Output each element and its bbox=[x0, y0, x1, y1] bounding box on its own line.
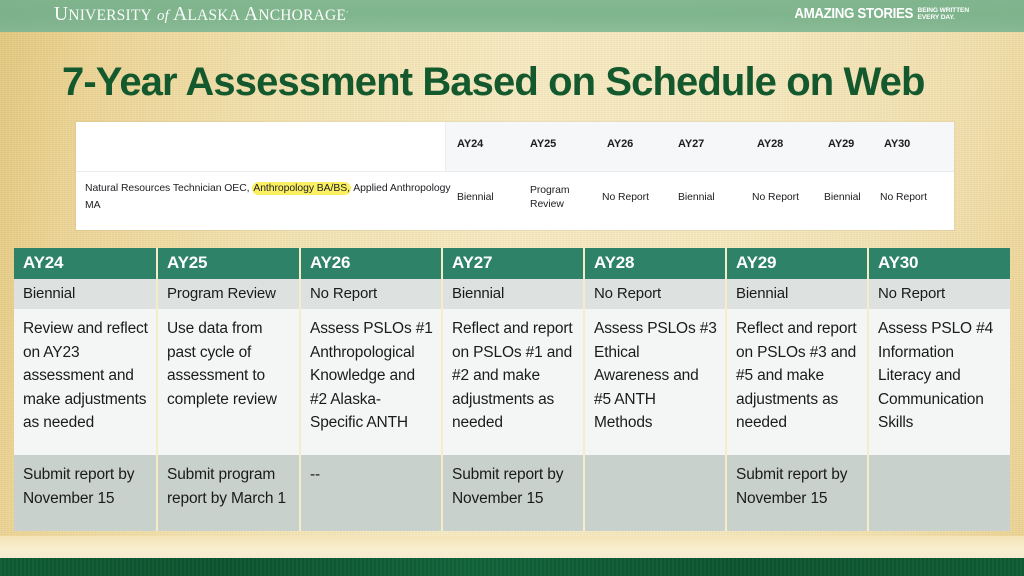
screenshot-header-row: AY24 AY25 AY26 AY27 AY28 AY29 AY30 bbox=[76, 122, 954, 172]
screenshot-program-names: Natural Resources Technician OEC, Anthro… bbox=[85, 180, 453, 214]
screenshot-col-header-ay24: AY24 bbox=[457, 138, 484, 150]
table-header-ay29: AY29 bbox=[726, 248, 869, 279]
tagline-main: AMAZING STORIES bbox=[794, 6, 914, 22]
screenshot-col-header-ay25: AY25 bbox=[530, 138, 557, 150]
program-highlight: Anthropology BA/BS, bbox=[252, 182, 351, 195]
table-header-ay26: AY26 bbox=[300, 248, 443, 279]
tagline-sub-line1: BEING WRITTEN bbox=[917, 7, 970, 14]
screenshot-col-header-ay27: AY27 bbox=[678, 138, 705, 150]
table-row-status: Biennial Program Review No Report Biennial N… bbox=[14, 279, 1010, 309]
screenshot-cell-ay26: No Report bbox=[602, 192, 649, 203]
status-cell-ay27: Biennial bbox=[442, 279, 585, 309]
tagline-lockup: AMAZING STORIES BEING WRITTEN EVERY DAY. bbox=[784, 6, 969, 22]
deadline-cell-ay27: Submit report by November 15 bbox=[442, 455, 585, 531]
tagline-sub-line2: EVERY DAY. bbox=[917, 14, 955, 22]
status-cell-ay26: No Report bbox=[300, 279, 443, 309]
logo-period: . bbox=[346, 4, 349, 15]
screenshot-cell-ay29: Biennial bbox=[824, 192, 861, 203]
status-cell-ay29: Biennial bbox=[726, 279, 869, 309]
screenshot-header-blank-cell bbox=[76, 122, 446, 171]
logo-a2: A bbox=[244, 4, 259, 25]
deadline-cell-ay24: Submit report by November 15 bbox=[14, 455, 158, 531]
screenshot-cell-ay25: Program Review bbox=[530, 185, 570, 210]
deadline-cell-ay26: -- bbox=[300, 455, 443, 531]
slide: UNIVERSITY of ALASKA ANCHORAGE. AMAZING … bbox=[0, 0, 1024, 576]
screenshot-cell-ay30: No Report bbox=[880, 192, 927, 203]
assessment-schedule-table: AY24 AY25 AY26 AY27 AY28 AY29 AY30 Biennial Pro… bbox=[14, 248, 1010, 531]
screenshot-cell-ay27: Biennial bbox=[678, 192, 715, 203]
footer-green-bar bbox=[0, 558, 1024, 576]
logo-u: U bbox=[54, 4, 69, 25]
table-row-activity: Review and reflect on AY23 assessment an… bbox=[14, 309, 1010, 455]
deadline-cell-ay30 bbox=[868, 455, 1010, 531]
activity-cell-ay28: Assess PSLOs #3 Ethical Awareness and #5… bbox=[584, 309, 727, 455]
footer-cream-bar bbox=[0, 536, 1024, 558]
activity-cell-ay30: Assess PSLO #4 Information Literacy and … bbox=[868, 309, 1010, 455]
table-header-ay28: AY28 bbox=[584, 248, 727, 279]
status-cell-ay28: No Report bbox=[584, 279, 727, 309]
activity-cell-ay26: Assess PSLOs #1 Anthropological Knowledg… bbox=[300, 309, 443, 455]
university-logo: UNIVERSITY of ALASKA ANCHORAGE. bbox=[54, 4, 349, 26]
activity-cell-ay24: Review and reflect on AY23 assessment an… bbox=[14, 309, 158, 455]
top-banner: UNIVERSITY of ALASKA ANCHORAGE. AMAZING … bbox=[0, 0, 1024, 32]
table-header-ay30: AY30 bbox=[868, 248, 1010, 279]
logo-a1: A bbox=[173, 4, 188, 25]
screenshot-col-header-ay26: AY26 bbox=[607, 138, 634, 150]
deadline-cell-ay28 bbox=[584, 455, 727, 531]
activity-cell-ay29: Reflect and report on PSLOs #3 and #5 an… bbox=[726, 309, 869, 455]
screenshot-col-header-ay30: AY30 bbox=[884, 138, 911, 150]
activity-cell-ay27: Reflect and report on PSLOs #1 and #2 an… bbox=[442, 309, 585, 455]
tagline-sub: BEING WRITTEN EVERY DAY. bbox=[917, 6, 970, 22]
logo-laska: LASKA bbox=[187, 7, 241, 24]
table-header-row: AY24 AY25 AY26 AY27 AY28 AY29 AY30 bbox=[14, 248, 1010, 279]
table-header-ay25: AY25 bbox=[157, 248, 301, 279]
screenshot-cell-ay28: No Report bbox=[752, 192, 799, 203]
logo-nchorage: NCHORAGE bbox=[258, 7, 347, 24]
status-cell-ay25: Program Review bbox=[157, 279, 301, 309]
status-cell-ay30: No Report bbox=[868, 279, 1010, 309]
deadline-cell-ay25: Submit program report by March 1 bbox=[157, 455, 301, 531]
screenshot-body-row: Natural Resources Technician OEC, Anthro… bbox=[76, 172, 954, 229]
screenshot-col-header-ay29: AY29 bbox=[828, 138, 855, 150]
table-header-ay27: AY27 bbox=[442, 248, 585, 279]
deadline-cell-ay29: Submit report by November 15 bbox=[726, 455, 869, 531]
page-title: 7-Year Assessment Based on Schedule on W… bbox=[62, 60, 925, 104]
activity-cell-ay25: Use data from past cycle of assessment t… bbox=[157, 309, 301, 455]
table-row-deadline: Submit report by November 15 Submit progr… bbox=[14, 455, 1010, 531]
screenshot-cell-ay24: Biennial bbox=[457, 192, 494, 203]
screenshot-col-header-ay28: AY28 bbox=[757, 138, 784, 150]
table-header-ay24: AY24 bbox=[14, 248, 158, 279]
status-cell-ay24: Biennial bbox=[14, 279, 158, 309]
logo-niversity: NIVERSITY bbox=[68, 7, 152, 24]
program-prefix: Natural Resources Technician OEC, bbox=[85, 183, 253, 194]
logo-of: of bbox=[156, 8, 170, 24]
embedded-screenshot: AY24 AY25 AY26 AY27 AY28 AY29 AY30 Natural Res… bbox=[76, 122, 954, 230]
